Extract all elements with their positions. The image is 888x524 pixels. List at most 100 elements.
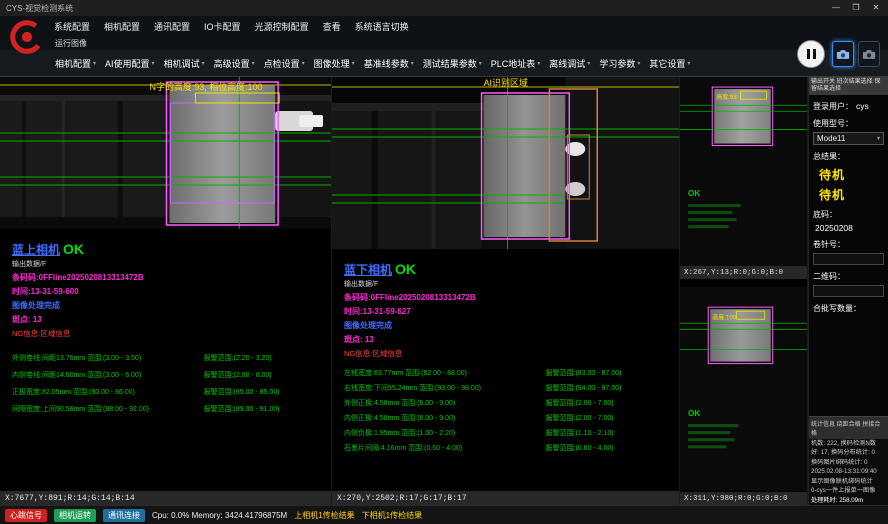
toolbar-item-other-settings[interactable]: 其它设置▾: [649, 57, 690, 70]
model-value: Mode11: [817, 134, 845, 143]
qr-input[interactable]: [813, 285, 884, 297]
chevron-down-icon: ▾: [637, 60, 640, 67]
status-badge: OK: [63, 241, 84, 257]
login-user-label: 登录用户：: [813, 101, 853, 112]
menu-item-language[interactable]: 系统语言切换: [355, 20, 409, 33]
comm-connected-badge: 通讯连接: [103, 509, 145, 522]
toolbar-item-camera-config[interactable]: 相机配置▾: [55, 57, 96, 70]
toolbar-label: PLC地址表: [491, 57, 536, 70]
toolbar-label: 基准线参数: [364, 57, 409, 70]
toolbar-item-camera-debug[interactable]: 相机调试▾: [164, 57, 205, 70]
stats-header: 统计信息 绕距合格 拼接合格: [809, 417, 888, 439]
total-result-label: 总结果：: [813, 151, 884, 162]
result-panel-left: 蓝上相机 OK 输出数据/F 条码码:0FFline20250208133134…: [0, 229, 331, 490]
toolbar-item-baseline-params[interactable]: 基准线参数▾: [364, 57, 414, 70]
warn-range: 报警范围:(65.00 - 85.00): [204, 387, 321, 397]
measure-value: 石墨片间隔:4.16mm 范围:(0.60 - 4.00): [344, 443, 546, 453]
coordinate-readout-middle: X:270,Y:2502;R:17;G:17;B:17: [332, 490, 679, 505]
camera-bottom-button[interactable]: [858, 41, 880, 67]
lower-camera-result-label: 下相机1传检结果: [362, 510, 422, 521]
measure-value: 内侧正极:4.58mm 范围:(6.00 - 9.00): [344, 413, 546, 423]
camera-icon: [862, 49, 876, 60]
stats-line: 机数: 222, 换码检测N数: [809, 439, 888, 449]
measure-row: 内侧卷线:间距14.60mm 范围:(3.00 - 6.00)报警范围:(2.8…: [12, 370, 321, 380]
toolbar-item-spot-check[interactable]: 点检设置▾: [264, 57, 305, 70]
warn-range: 报警范围:(83.00 - 87.00): [546, 368, 670, 378]
toolbar-item-plc-table[interactable]: PLC地址表▾: [491, 57, 541, 70]
camera-view-middle[interactable]: AI识别区域: [332, 77, 679, 249]
total-result-1: 待机: [819, 166, 888, 183]
chevron-down-icon: ▾: [352, 60, 355, 67]
toolbar-item-image-process[interactable]: 图像处理▾: [314, 57, 355, 70]
stats-line: 2025.02.08-13:31:09:40: [809, 467, 888, 477]
chevron-down-icon: ▾: [202, 60, 205, 67]
coordinate-readout-preview-top: X:267,Y:13;R:0;G:0;B:0: [680, 265, 807, 279]
logo-icon: [8, 18, 46, 56]
qr-label: 二维码：: [813, 271, 884, 282]
toolbar-label: 其它设置: [649, 57, 685, 70]
overlay-text-preview-bottom: 高度:100: [712, 313, 736, 321]
result-title: 蓝下相机 OK: [344, 261, 669, 278]
toolbar-item-ai-config[interactable]: AI使用配置▾: [105, 57, 155, 70]
warn-range: 报警范围:(89.00 - 91.00): [204, 404, 321, 414]
result-title: 蓝上相机 OK: [12, 241, 321, 258]
warn-range: 报警范围:(2.80 - 8.00): [204, 370, 321, 380]
minimize-button[interactable]: —: [826, 0, 846, 16]
menu-item-view[interactable]: 查看: [323, 20, 341, 33]
measure-row: 石墨片间隔:4.16mm 范围:(0.60 - 4.00)报警范围:(0.60 …: [344, 443, 669, 453]
warn-range: 报警范围:(2.00 - 7.00): [546, 398, 670, 408]
preview-view-bottom[interactable]: 高度:100 OK: [680, 287, 807, 491]
close-button[interactable]: ✕: [866, 0, 886, 16]
menu-item-comm-config[interactable]: 通讯配置: [154, 20, 190, 33]
pause-button[interactable]: [797, 40, 825, 68]
toolbar-item-learn-params[interactable]: 学习参数▾: [599, 57, 640, 70]
status-badge: OK: [395, 261, 416, 277]
preview-image-bottom: 高度:100 OK: [680, 287, 807, 483]
camera-view-left[interactable]: N字的高度:93, 相位高度:100: [0, 77, 331, 229]
process-done-text: 图像处理完成: [344, 320, 669, 331]
toolbar-label: 测试结果参数: [423, 57, 477, 70]
toolbar-item-offline-debug[interactable]: 离线调试▾: [549, 57, 590, 70]
camera-column-left: N字的高度:93, 相位高度:100 蓝上相机 OK 输出数据/F 条码码:0F…: [0, 77, 332, 505]
camera-top-button[interactable]: [832, 41, 854, 67]
overlay-text-left: N字的高度:93, 相位高度:100: [150, 81, 263, 92]
toolbar-label: 学习参数: [599, 57, 635, 70]
chevron-down-icon: ▾: [252, 60, 255, 67]
process-done-text: 图像处理完成: [12, 300, 321, 311]
time-text: 时间:13-31-59-627: [344, 306, 669, 317]
stats-line: 好: 17, 换码分布统计: 0: [809, 448, 888, 458]
preview-view-top[interactable]: 高度:93 OK: [680, 77, 807, 265]
menu-item-light-config[interactable]: 光源控制配置: [255, 20, 309, 33]
needle-input[interactable]: [813, 253, 884, 265]
toolbar-label: 高级设置: [214, 57, 250, 70]
toolbar-label: 点检设置: [264, 57, 300, 70]
output-label: 输出数据/F: [12, 259, 321, 269]
chevron-down-icon: ▾: [93, 60, 96, 67]
model-select[interactable]: Mode11 ▾: [813, 132, 884, 145]
time-text: 时间:13-31-59-600: [12, 286, 321, 297]
run-view-row: 运行图像: [0, 36, 888, 50]
toolbar-item-test-result-params[interactable]: 测试结果参数▾: [423, 57, 482, 70]
maximize-button[interactable]: ❐: [846, 0, 866, 16]
measure-row: 正极宽度:82.05mm 范围:(80.00 - 86.00)报警范围:(65.…: [12, 387, 321, 397]
menu-item-io-config[interactable]: IO卡配置: [204, 20, 241, 33]
camera-image-left: N字的高度:93, 相位高度:100: [0, 77, 331, 229]
titlebar: CYS-视觉检测系统 — ❐ ✕: [0, 0, 888, 16]
spot-count-text: 斑点: 13: [344, 334, 669, 345]
stats-panel: 统计信息 绕距合格 拼接合格 机数: 222, 换码检测N数 好: 17, 换码…: [809, 416, 888, 506]
menu-item-camera-config[interactable]: 相机配置: [104, 20, 140, 33]
main-content: N字的高度:93, 相位高度:100 蓝上相机 OK 输出数据/F 条码码:0F…: [0, 77, 888, 505]
menu-item-system-config[interactable]: 系统配置: [54, 20, 90, 33]
chevron-down-icon: ▾: [587, 60, 590, 67]
camera-name-label: 蓝上相机: [12, 241, 60, 258]
sidebar-header: 输出开关 班次结果选择 保留结果选择: [809, 77, 888, 95]
toolbar-label: 相机调试: [164, 57, 200, 70]
result-panel-middle: 蓝下相机 OK 输出数据/F 条码码:0FFline20250208133134…: [332, 249, 679, 490]
camera-name-label: 蓝下相机: [344, 261, 392, 278]
coordinate-readout-left: X:7677,Y:891;R:14;G:14;B:14: [0, 490, 331, 505]
heartbeat-badge: 心跳信号: [5, 509, 47, 522]
toolbar-item-advanced[interactable]: 高级设置▾: [214, 57, 255, 70]
pause-icon: [807, 49, 816, 59]
preview-column: 高度:93 OK X:267,Y:13;R:0;G:0;B:0: [680, 77, 808, 505]
measure-value: 间隔宽度:上间90.56mm 范围:(88.00 - 92.00): [12, 404, 204, 414]
